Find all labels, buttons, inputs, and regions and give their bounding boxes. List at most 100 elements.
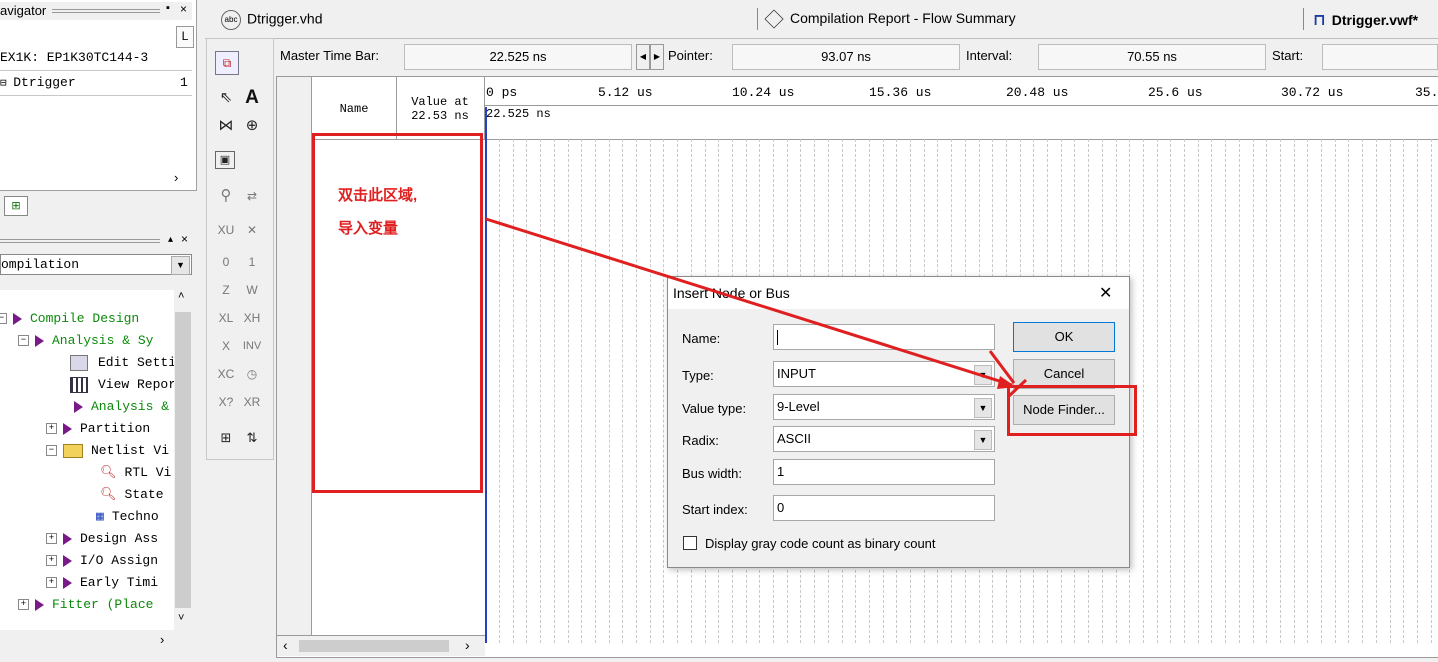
weak-low-icon[interactable]: XL [215, 307, 237, 329]
task-item[interactable]: − Compile Design [0, 308, 139, 330]
chevron-down-icon[interactable]: ▼ [974, 365, 992, 385]
files-tab-icon[interactable]: ⊞ [4, 196, 28, 216]
sort-icon[interactable]: ⇅ [241, 427, 263, 449]
unknown-value-icon[interactable]: ✕ [241, 219, 263, 241]
task-item[interactable]: − Netlist Vi [46, 440, 169, 462]
task-item[interactable]: 🔍︎ RTL Vi [100, 462, 171, 484]
scroll-thumb[interactable] [175, 312, 191, 608]
master-cursor-label: 22.525 ns [486, 107, 551, 121]
restore-icon[interactable]: ▴ [168, 234, 173, 245]
grid-line [1225, 139, 1227, 643]
task-item[interactable]: ▦ Techno [96, 506, 159, 528]
name-label: Name: [682, 331, 721, 346]
chevron-down-icon[interactable]: ▼ [974, 398, 992, 418]
scroll-thumb[interactable] [299, 640, 449, 652]
task-item[interactable]: 🔍︎ State [100, 484, 164, 506]
radix-select[interactable]: ASCII ▼ [773, 426, 995, 452]
value-header-line1: Value at [411, 95, 469, 109]
entity-row[interactable]: ⊟ Dtrigger 1 [0, 71, 192, 96]
time-bar-next-button[interactable]: ▶ [650, 44, 664, 70]
horizontal-scrollbar[interactable]: ‹ › [277, 635, 485, 656]
task-item[interactable]: + Partition [46, 418, 150, 440]
task-item[interactable]: Edit Setti [70, 352, 174, 374]
name-input[interactable] [773, 324, 995, 350]
time-bar-prev-button[interactable]: ◀ [636, 44, 650, 70]
close-icon[interactable]: × [180, 2, 187, 16]
scroll-right-icon[interactable]: › [465, 637, 470, 653]
weak-unknown-icon[interactable]: W [241, 279, 263, 301]
waveform-toolbar: ⧉ ⇖ A ⋈ ⊕ ▣ ⚲ ⇄ XU ✕ 0 1 Z W XL XH X INV… [206, 38, 274, 460]
scroll-up-icon[interactable]: ˄ [178, 290, 184, 302]
dont-care-icon[interactable]: X [215, 335, 237, 357]
chevron-down-icon[interactable]: ▼ [974, 430, 992, 450]
tasks-scrollbar[interactable]: ˄ ˅ [174, 290, 192, 630]
scroll-left-icon[interactable]: ‹ [283, 637, 288, 653]
close-icon[interactable]: ✕ [1099, 283, 1112, 303]
navigator-title: avigator [0, 3, 47, 18]
chevron-down-icon[interactable]: ▼ [171, 256, 190, 275]
grid-line [636, 139, 637, 643]
entity-icon: ⊟ [0, 78, 14, 90]
tab-dtrigger-vwf[interactable]: ⊓ Dtrigger.vwf* [1313, 10, 1418, 30]
weak-high-icon[interactable]: XH [241, 307, 263, 329]
scroll-right-icon[interactable]: › [160, 632, 164, 647]
type-value: INPUT [777, 366, 816, 381]
selection-tool-icon[interactable]: ⇖ [215, 87, 237, 109]
column-header[interactable]: L [176, 26, 194, 48]
master-time-field[interactable]: 22.525 ns [404, 44, 632, 70]
invert-icon[interactable]: INV [241, 335, 263, 357]
find-icon[interactable]: ⚲ [215, 185, 237, 207]
restore-icon[interactable]: ▪ [166, 2, 170, 14]
uninitialized-icon[interactable]: XU [215, 219, 237, 241]
forcing-low-icon[interactable]: 0 [215, 251, 237, 273]
waveform-edit-icon[interactable]: ⋈ [215, 115, 237, 137]
text-tool-icon[interactable]: A [241, 87, 263, 109]
close-icon[interactable]: × [181, 232, 188, 246]
scroll-down-icon[interactable]: ˅ [178, 612, 184, 624]
master-time-label: Master Time Bar: [280, 48, 379, 63]
gray-code-checkbox[interactable] [683, 536, 697, 550]
device-row[interactable]: EX1K: EP1K30TC144-3 [0, 46, 192, 71]
task-item[interactable]: View Repor [70, 374, 174, 396]
waveform-file-icon: ⊓ [1313, 12, 1326, 29]
scroll-right-icon[interactable]: › [174, 170, 178, 185]
task-item[interactable]: + I/O Assign [46, 550, 158, 572]
entity-level: 1 [180, 75, 188, 90]
flow-dropdown[interactable]: ompilation ▼ [0, 254, 192, 275]
insert-node-icon[interactable]: ⧉ [215, 51, 239, 75]
task-item[interactable]: + Design Ass [46, 528, 158, 550]
task-item[interactable]: − Analysis & Sy [18, 330, 153, 352]
tab-label: Dtrigger.vhd [247, 10, 323, 27]
task-label: Netlist Vi [91, 443, 170, 458]
overwrite-clock-icon[interactable]: ◷ [241, 363, 263, 385]
replace-icon[interactable]: ⇄ [241, 185, 263, 207]
task-item[interactable]: + Early Timi [46, 572, 158, 594]
radix-label: Radix: [682, 433, 719, 448]
project-navigator: avigator ▪ × L EX1K: EP1K30TC144-3 ⊟ Dtr… [0, 0, 197, 191]
tab-compilation-report[interactable]: Compilation Report - Flow Summary [764, 9, 1016, 29]
tab-dtrigger-vhd[interactable]: abc Dtrigger.vhd [221, 10, 322, 30]
annotation-text-line2: 导入变量 [338, 220, 399, 237]
start-field[interactable] [1322, 44, 1438, 70]
grid-line [1293, 139, 1295, 643]
task-item[interactable]: + Fitter (Place [18, 594, 153, 616]
fullscreen-icon[interactable]: ▣ [215, 151, 235, 169]
task-item[interactable]: Analysis & [74, 396, 169, 418]
bus-width-input[interactable]: 1 [773, 459, 995, 485]
forcing-high-icon[interactable]: 1 [241, 251, 263, 273]
snap-to-grid-icon[interactable]: ⊞ [215, 427, 237, 449]
start-index-input[interactable]: 0 [773, 495, 995, 521]
random-value-icon[interactable]: XR [241, 391, 263, 413]
arbitrary-value-icon[interactable]: X? [215, 391, 237, 413]
high-impedance-icon[interactable]: Z [215, 279, 237, 301]
pointer-field[interactable]: 93.07 ns [732, 44, 960, 70]
ok-button[interactable]: OK [1013, 322, 1115, 352]
time-tick-label: 20.48 us [1006, 85, 1069, 100]
time-tick-label: 35. [1415, 85, 1438, 100]
value-type-select[interactable]: 9-Level ▼ [773, 394, 995, 420]
type-select[interactable]: INPUT ▼ [773, 361, 995, 387]
count-value-icon[interactable]: XC [215, 363, 237, 385]
interval-field[interactable]: 70.55 ns [1038, 44, 1266, 70]
master-time-cursor[interactable] [485, 107, 487, 643]
zoom-tool-icon[interactable]: ⊕ [241, 115, 263, 137]
